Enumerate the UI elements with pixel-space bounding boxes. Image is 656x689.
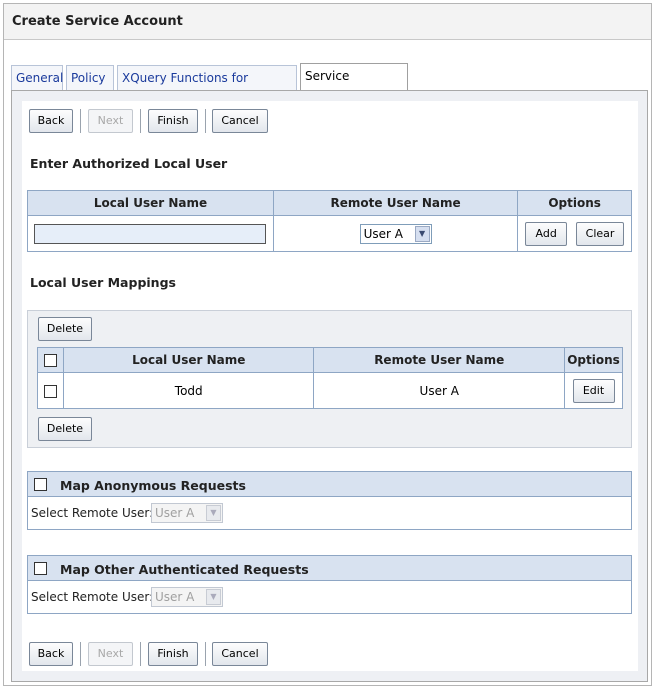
anonymous-remote-user-select-value: User A [155, 506, 195, 520]
finish-button[interactable]: Finish [148, 109, 198, 133]
create-service-account-window: Create Service Account General Policy XQ… [3, 3, 652, 686]
toolbar-separator [80, 109, 81, 133]
cancel-button[interactable]: Cancel [212, 109, 268, 133]
toolbar-separator [205, 109, 206, 133]
options-cell: Add Clear [517, 215, 632, 252]
toolbar-separator [205, 642, 206, 666]
table-row: Todd User A Edit [37, 372, 623, 409]
local-user-input[interactable] [34, 223, 267, 244]
remote-user-cell: User A ▼ [272, 215, 519, 252]
add-button[interactable]: Add [525, 221, 568, 246]
tab-policy[interactable]: Policy [66, 65, 114, 91]
delete-button-bottom[interactable]: Delete [38, 417, 92, 441]
service-accounts-content: Back Next Finish Cancel Enter Authorized… [22, 101, 638, 671]
row-remote-user: User A [313, 372, 565, 409]
row-local-user: Todd [62, 372, 315, 409]
column-header-options: Options [517, 190, 632, 216]
other-remote-user-select-value: User A [155, 590, 195, 604]
remote-user-select-value: User A [363, 226, 403, 241]
other-authenticated-checkbox[interactable] [34, 562, 47, 575]
tab-general[interactable]: General [11, 65, 63, 91]
local-user-cell [27, 215, 274, 252]
toolbar-separator [140, 109, 141, 133]
remote-user-select[interactable]: User A ▼ [359, 223, 432, 244]
chevron-down-icon: ▼ [206, 589, 221, 605]
column-header-local-user: Local User Name [27, 190, 274, 216]
row-checkbox-cell [37, 372, 64, 409]
authorized-user-heading: Enter Authorized Local User [30, 156, 228, 171]
tab-service-accounts[interactable]: Service Accounts [300, 63, 408, 107]
toolbar-separator [140, 642, 141, 666]
other-authenticated-header: Map Other Authenticated Requests [27, 555, 632, 581]
select-remote-user-label: Select Remote User: [31, 590, 154, 604]
mappings-panel: Delete Local User Name Remote User Name … [27, 310, 632, 448]
title-bar: Create Service Account [4, 4, 651, 40]
mappings-heading: Local User Mappings [30, 275, 176, 290]
column-header-remote-user: Remote User Name [313, 347, 565, 373]
anonymous-requests-body: Select Remote User: User A ▼ [27, 497, 632, 530]
anonymous-requests-header: Map Anonymous Requests [27, 471, 632, 497]
chevron-down-icon: ▼ [206, 505, 221, 521]
clear-button[interactable]: Clear [576, 221, 625, 246]
edit-button[interactable]: Edit [572, 378, 615, 403]
anonymous-requests-checkbox[interactable] [34, 478, 47, 491]
next-button-bottom[interactable]: Next [88, 642, 133, 666]
row-checkbox[interactable] [43, 384, 57, 398]
mappings-table: Local User Name Remote User Name Options… [37, 347, 623, 409]
column-header-options: Options [564, 347, 623, 373]
other-authenticated-label: Map Other Authenticated Requests [60, 562, 309, 577]
chevron-down-icon: ▼ [414, 225, 430, 242]
select-all-header [37, 347, 64, 373]
toolbar-separator [80, 642, 81, 666]
authorized-user-table: Local User Name Remote User Name Options… [27, 190, 632, 252]
tab-panel: Back Next Finish Cancel Enter Authorized… [11, 90, 648, 682]
finish-button-bottom[interactable]: Finish [148, 642, 198, 666]
select-all-checkbox[interactable] [43, 354, 57, 367]
row-options: Edit [564, 372, 623, 409]
tab-xquery-functions[interactable]: XQuery Functions for Security [117, 65, 297, 109]
other-authenticated-body: Select Remote User: User A ▼ [27, 581, 632, 614]
column-header-remote-user: Remote User Name [272, 190, 519, 216]
other-remote-user-select[interactable]: User A ▼ [151, 587, 223, 607]
anonymous-requests-label: Map Anonymous Requests [60, 478, 246, 493]
next-button[interactable]: Next [88, 109, 133, 133]
cancel-button-bottom[interactable]: Cancel [212, 642, 268, 666]
back-button-bottom[interactable]: Back [29, 642, 73, 666]
page-title: Create Service Account [12, 14, 183, 29]
select-remote-user-label: Select Remote User: [31, 506, 154, 520]
delete-button-top[interactable]: Delete [38, 317, 92, 341]
back-button[interactable]: Back [29, 109, 73, 133]
anonymous-remote-user-select[interactable]: User A ▼ [151, 503, 223, 523]
column-header-local-user: Local User Name [62, 347, 315, 373]
